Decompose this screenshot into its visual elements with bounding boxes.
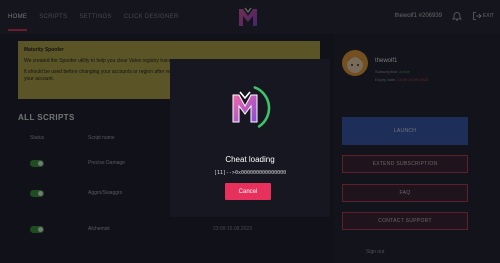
cancel-button[interactable]: Cancel (225, 183, 271, 200)
loading-modal: Cheat loading [11]-->0x000000000000000 C… (170, 59, 330, 217)
loading-logo-icon (232, 86, 271, 128)
modal-title: Cheat loading (225, 155, 275, 164)
loading-status-text: [11]-->0x000000000000000 (213, 170, 287, 176)
